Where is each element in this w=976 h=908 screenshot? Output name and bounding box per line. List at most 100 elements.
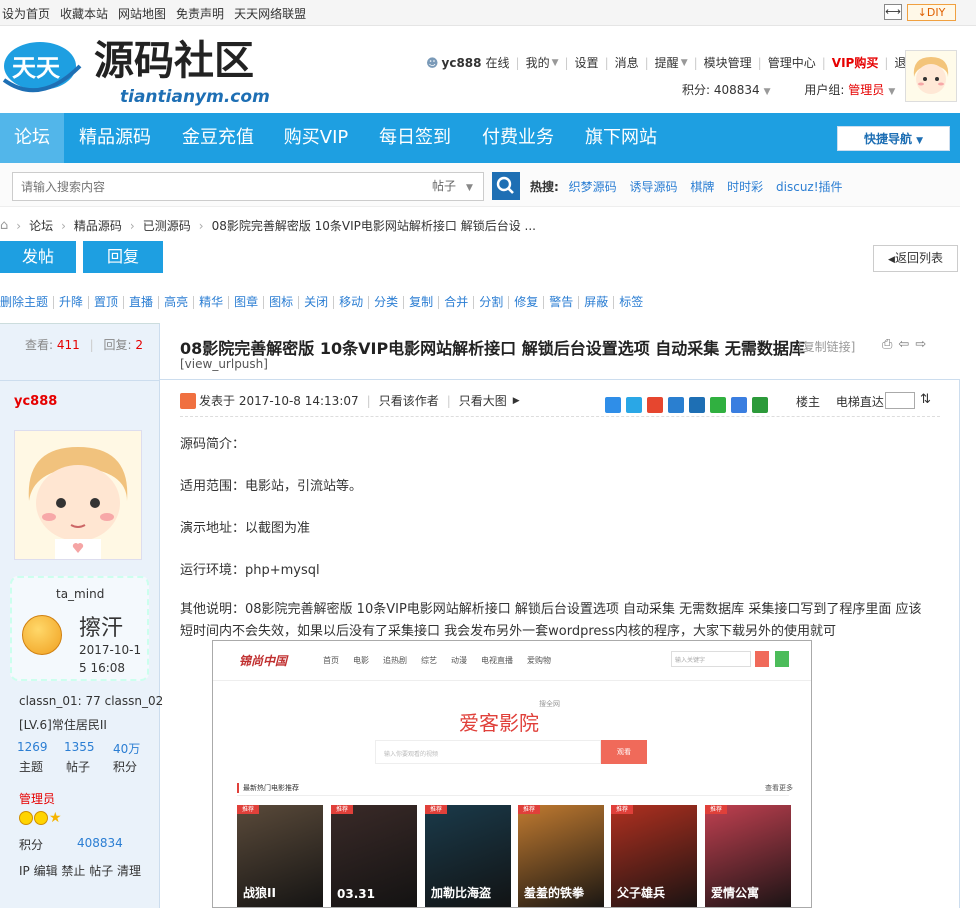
usergroup-value[interactable]: 管理员 bbox=[848, 83, 884, 97]
nav-recharge[interactable]: 金豆充值 bbox=[172, 113, 264, 163]
quick-nav-button[interactable]: 快捷导航 ▼ bbox=[837, 126, 950, 151]
chevron-down-icon: ▼ bbox=[763, 87, 771, 97]
author-role[interactable]: 管理员 bbox=[19, 790, 55, 807]
breadcrumb-thread[interactable]: 08影院完善解密版 10条VIP电影网站解析接口 解锁后台设 ... bbox=[212, 217, 536, 234]
author-points-count[interactable]: 40万 bbox=[113, 740, 140, 757]
mod-tool[interactable]: 警告 bbox=[544, 296, 580, 309]
back-to-list-button[interactable]: ◀返回列表 bbox=[873, 245, 958, 272]
nav-premium-source[interactable]: 精品源码 bbox=[68, 113, 162, 163]
post-screenshot-image[interactable]: 锦尚中国 首页 电影 追热剧 综艺 动漫 电视直播 爱购物 输入关键字 搜全网 … bbox=[212, 640, 812, 908]
mod-tool[interactable]: 分类 bbox=[369, 296, 405, 309]
prev-thread-icon[interactable]: ⇦ bbox=[898, 337, 909, 352]
divider bbox=[0, 380, 160, 381]
set-homepage-link[interactable]: 设为首页 bbox=[2, 5, 50, 22]
module-manage-link[interactable]: 模块管理 bbox=[704, 54, 752, 71]
share-qzone-icon[interactable] bbox=[626, 397, 642, 413]
share-tqq-icon[interactable] bbox=[668, 397, 684, 413]
hot-search-item[interactable]: 棋牌 bbox=[690, 180, 714, 194]
author-points-label: 积分 bbox=[113, 760, 138, 774]
vip-purchase-link[interactable]: VIP购买 bbox=[832, 54, 879, 71]
logo-domain-text: tiantianym.com bbox=[120, 87, 270, 106]
nav-paid-services[interactable]: 付费业务 bbox=[472, 113, 564, 163]
mod-tool[interactable]: 图章 bbox=[229, 296, 265, 309]
mod-tool[interactable]: 修复 bbox=[509, 296, 545, 309]
print-icon[interactable]: ⎙ bbox=[882, 337, 892, 352]
username-link[interactable]: yc888 bbox=[442, 56, 482, 70]
share-more-icon[interactable] bbox=[605, 397, 621, 413]
embed-brand: 爱客影院 bbox=[459, 711, 539, 735]
search-input[interactable] bbox=[12, 172, 425, 201]
post-demo: 演示地址：以截图为准 bbox=[180, 521, 311, 536]
mod-tool[interactable]: 关闭 bbox=[299, 296, 335, 309]
network-alliance-link[interactable]: 天天网络联盟 bbox=[234, 5, 306, 22]
sitemap-link[interactable]: 网站地图 bbox=[118, 5, 166, 22]
bookmark-link[interactable]: 收藏本站 bbox=[60, 5, 108, 22]
breadcrumb-forum[interactable]: 论坛 bbox=[29, 217, 53, 234]
mod-tool[interactable]: 复制 bbox=[404, 296, 440, 309]
thread-title: 08影院完善解密版 10条VIP电影网站解析接口 解锁后台设置选项 自动采集 无… bbox=[180, 339, 805, 358]
hot-search-item[interactable]: 诱导源码 bbox=[629, 180, 677, 194]
thread-stats: 查看: 411 | 回复: 2 bbox=[25, 338, 143, 352]
nav-sister-sites[interactable]: 旗下网站 bbox=[574, 113, 668, 163]
share-baidu-icon[interactable] bbox=[731, 397, 747, 413]
mod-tool[interactable]: 屏蔽 bbox=[579, 296, 615, 309]
next-thread-icon[interactable]: ⇨ bbox=[915, 337, 926, 352]
points-line: 积分: 408834 ▼ 用户组: 管理员 ▼ bbox=[682, 81, 895, 98]
admin-actions[interactable]: IP 编辑 禁止 帖子 清理 bbox=[19, 862, 141, 879]
floor-jump-input[interactable] bbox=[885, 392, 915, 409]
mod-tool[interactable]: 高亮 bbox=[159, 296, 195, 309]
share-wechat-icon[interactable] bbox=[710, 397, 726, 413]
hot-search-item[interactable]: discuz!插件 bbox=[776, 180, 843, 194]
mod-tool[interactable]: 直播 bbox=[124, 296, 160, 309]
mod-tool[interactable]: 删除主题 bbox=[0, 296, 55, 309]
breadcrumb-premium-source[interactable]: 精品源码 bbox=[74, 217, 122, 234]
search-button[interactable] bbox=[492, 172, 520, 200]
reply-button[interactable]: 回复 bbox=[83, 241, 163, 273]
nav-forum[interactable]: 论坛 bbox=[0, 113, 64, 163]
mod-tool[interactable]: 精华 bbox=[194, 296, 230, 309]
expand-width-icon[interactable]: ⟷ bbox=[884, 4, 902, 20]
search-type-select[interactable]: 帖子 ▼ bbox=[424, 172, 484, 201]
mod-tool[interactable]: 升降 bbox=[54, 296, 90, 309]
my-menu[interactable]: 我的 bbox=[526, 54, 550, 71]
mod-tool[interactable]: 标签 bbox=[614, 296, 648, 309]
admin-center-link[interactable]: 管理中心 bbox=[768, 54, 816, 71]
notifications-menu[interactable]: 提醒 bbox=[655, 54, 679, 71]
nav-daily-checkin[interactable]: 每日签到 bbox=[368, 113, 462, 163]
chevron-down-icon: ▼ bbox=[680, 57, 688, 68]
settings-link[interactable]: 设置 bbox=[575, 54, 599, 71]
copy-link[interactable]: [复制链接] bbox=[798, 338, 855, 355]
share-renren-icon[interactable] bbox=[689, 397, 705, 413]
user-avatar-small[interactable] bbox=[905, 50, 957, 102]
disclaimer-link[interactable]: 免责声明 bbox=[176, 5, 224, 22]
author-only-link[interactable]: 只看该作者 bbox=[379, 392, 439, 409]
mod-tool[interactable]: 分割 bbox=[474, 296, 510, 309]
mod-tool[interactable]: 图标 bbox=[264, 296, 300, 309]
floor-jump-go-icon[interactable]: ⇅ bbox=[920, 392, 931, 407]
mod-tool[interactable]: 置顶 bbox=[89, 296, 125, 309]
share-douban-icon[interactable] bbox=[752, 397, 768, 413]
post-author-icon bbox=[180, 392, 196, 409]
breadcrumb-tested-source[interactable]: 已测源码 bbox=[143, 217, 191, 234]
author-name[interactable]: yc888 bbox=[14, 394, 57, 409]
share-weibo-icon[interactable] bbox=[647, 397, 663, 413]
author-threads-label: 主题 bbox=[19, 760, 44, 774]
author-avatar[interactable] bbox=[14, 430, 142, 560]
site-logo[interactable]: 天天 源码社区 tiantianym.com bbox=[0, 36, 290, 107]
messages-link[interactable]: 消息 bbox=[615, 54, 639, 71]
quick-nav-label: 快捷导航 bbox=[863, 132, 912, 146]
post-env: 运行环境：php+mysql bbox=[180, 563, 320, 578]
hot-search-item[interactable]: 织梦源码 bbox=[569, 180, 617, 194]
author-threads-count[interactable]: 1269 bbox=[17, 740, 48, 754]
home-icon[interactable]: ⌂ bbox=[0, 218, 8, 233]
points-menu[interactable]: 积分: 408834 bbox=[682, 83, 760, 97]
diy-button[interactable]: ↓DIY bbox=[907, 4, 956, 21]
post-other-desc: 其他说明：08影院完善解密版 10条VIP电影网站解析接口 解锁后台设置选项 自… bbox=[180, 602, 922, 639]
hot-search-item[interactable]: 时时彩 bbox=[727, 180, 763, 194]
big-images-link[interactable]: 只看大图 bbox=[459, 392, 507, 409]
nav-buy-vip[interactable]: 购买VIP bbox=[274, 113, 358, 163]
mod-tool[interactable]: 合并 bbox=[439, 296, 475, 309]
mod-tool[interactable]: 移动 bbox=[334, 296, 370, 309]
new-thread-button[interactable]: 发帖 bbox=[0, 241, 76, 273]
author-posts-count[interactable]: 1355 bbox=[64, 740, 95, 754]
